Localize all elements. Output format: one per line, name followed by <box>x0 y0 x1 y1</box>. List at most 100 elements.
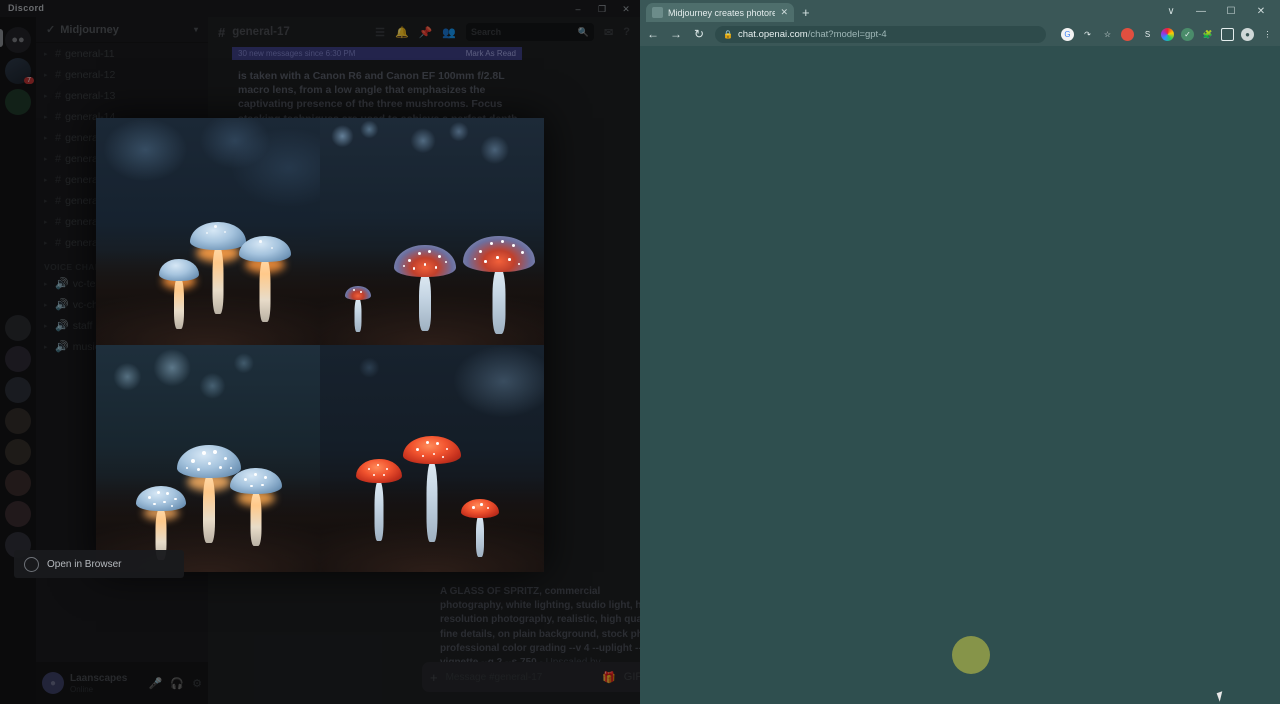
browser-tab-active[interactable]: Midjourney creates photorealistic ✕ <box>646 3 794 22</box>
chevron-right-icon: ▸ <box>44 92 48 100</box>
server-icon-2[interactable] <box>5 89 31 115</box>
colorpicker-icon[interactable] <box>1161 27 1174 41</box>
puzzle-extension-icon[interactable]: 🧩 <box>1201 28 1214 41</box>
inbox-icon[interactable]: ✉ <box>604 26 613 39</box>
gif-icon[interactable]: GIF <box>624 671 640 684</box>
hash-icon: # <box>55 173 62 186</box>
gift-icon[interactable]: 🎁 <box>602 671 616 684</box>
discord-close-button[interactable]: ✕ <box>614 2 638 16</box>
server-icon-7[interactable] <box>5 439 31 465</box>
reload-button[interactable]: ↻ <box>692 27 706 41</box>
profile-avatar-icon[interactable]: ● <box>1241 27 1254 41</box>
gear-icon[interactable]: ⚙ <box>192 677 202 690</box>
server-icon-6[interactable] <box>5 408 31 434</box>
notification-bell-icon[interactable]: 🔔 <box>395 26 409 39</box>
guild-verified-icon: ✓ <box>46 24 56 36</box>
hash-icon: # <box>55 68 62 81</box>
threads-icon[interactable]: ☰ <box>375 26 385 39</box>
close-window-button[interactable]: ✕ <box>1246 0 1276 22</box>
chevron-right-icon: ▸ <box>44 280 48 288</box>
channel-name: general-11 <box>65 47 115 60</box>
pin-icon[interactable]: 📌 <box>419 26 433 39</box>
server-icon-9[interactable] <box>5 501 31 527</box>
image-quadrant-top-left[interactable] <box>96 118 320 345</box>
hash-icon: # <box>55 110 62 123</box>
hash-icon: # <box>55 194 62 207</box>
image-quadrant-bottom-left[interactable] <box>96 345 320 572</box>
forward-button[interactable]: → <box>669 27 683 41</box>
midjourney-image-grid-overlay[interactable]: Open in Browser <box>14 118 544 578</box>
address-bar[interactable]: 🔒 chat.openai.com/chat?model=gpt-4 <box>715 25 1046 43</box>
search-input[interactable]: Search 🔍 <box>466 23 595 41</box>
sidepanel-icon[interactable] <box>1221 27 1234 41</box>
server-active-pill <box>0 29 3 47</box>
discord-channel-item[interactable]: ▸ # general-11 <box>36 43 208 64</box>
channel-name: general-13 <box>65 89 116 102</box>
server-badge: 7 <box>24 77 34 84</box>
avatar[interactable]: ● <box>42 672 64 694</box>
tab-search-chevron-icon[interactable]: ∨ <box>1156 0 1186 22</box>
chrome-menu-icon[interactable]: ⋮ <box>1261 28 1274 41</box>
chevron-down-icon[interactable]: ▾ <box>194 25 198 34</box>
chevron-right-icon: ▸ <box>44 71 48 79</box>
speaker-icon: 🔊 <box>55 341 69 353</box>
discord-maximize-button[interactable]: ❐ <box>590 2 614 16</box>
discord-channel-item[interactable]: ▸ # general-12 <box>36 64 208 85</box>
s-extension-icon[interactable]: S <box>1141 28 1154 41</box>
back-button[interactable]: ← <box>646 27 660 41</box>
speaker-icon: 🔊 <box>55 299 69 311</box>
url-path: /chat?model=gpt-4 <box>807 28 887 40</box>
members-icon[interactable]: 👥 <box>442 26 456 39</box>
chevron-right-icon: ▸ <box>44 343 48 351</box>
mark-as-read-button[interactable]: Mark As Read <box>466 49 516 58</box>
chrome-tab-strip: Midjourney creates photorealistic ✕ + ∨ … <box>640 0 1280 22</box>
discord-home-button[interactable]: ●● <box>5 27 31 53</box>
hash-icon: # <box>218 24 226 40</box>
chevron-right-icon: ▸ <box>44 113 48 121</box>
open-in-browser-button[interactable]: Open in Browser <box>14 550 184 578</box>
share-icon[interactable]: ↷ <box>1081 28 1094 41</box>
server-icon-5[interactable] <box>5 377 31 403</box>
discord-channel-item[interactable]: ▸ # general-13 <box>36 85 208 106</box>
open-in-browser-label: Open in Browser <box>47 558 122 570</box>
google-icon[interactable]: G <box>1061 27 1074 41</box>
discord-titlebar: Discord – ❐ ✕ <box>0 0 640 17</box>
discord-new-messages-banner: 30 new messages since 6:30 PM Mark As Re… <box>232 47 522 60</box>
speaker-icon: 🔊 <box>55 278 69 290</box>
adblock-icon[interactable] <box>1121 27 1134 41</box>
hash-icon: # <box>55 47 62 60</box>
minimize-button[interactable]: — <box>1186 0 1216 22</box>
discord-minimize-button[interactable]: – <box>566 2 590 16</box>
channel-name: general-12 <box>65 68 116 81</box>
image-quadrant-bottom-right[interactable] <box>320 345 544 572</box>
discord-message-composer[interactable]: + Message #general-17 🎁 GIF ■ ☺ <box>422 662 640 692</box>
add-attachment-icon[interactable]: + <box>430 670 438 685</box>
close-icon[interactable]: ✕ <box>780 7 788 18</box>
channel-name: staff <box>72 319 93 332</box>
tab-title: Midjourney creates photorealistic <box>668 7 776 18</box>
chevron-right-icon: ▸ <box>44 301 48 309</box>
chevron-right-icon: ▸ <box>44 176 48 184</box>
bookmark-star-icon[interactable]: ☆ <box>1101 28 1114 41</box>
shield-icon[interactable]: ✓ <box>1181 27 1194 41</box>
server-icon-8[interactable] <box>5 470 31 496</box>
discord-window-controls: – ❐ ✕ <box>566 2 638 16</box>
discord-username: Laanscapes <box>70 672 128 684</box>
image-quadrant-top-right[interactable] <box>320 118 544 345</box>
maximize-button[interactable]: ☐ <box>1216 0 1246 22</box>
screen-root: Discord – ❐ ✕ ●● 7 ✓ Midjourney ▾ ▸ # ge… <box>0 0 1280 704</box>
microphone-icon[interactable]: 🎤 <box>149 677 163 690</box>
chevron-right-icon: ▸ <box>44 218 48 226</box>
server-icon-4[interactable] <box>5 346 31 372</box>
server-icon-3[interactable] <box>5 315 31 341</box>
new-tab-button[interactable]: + <box>802 5 810 20</box>
discord-prompt-text: A GLASS OF SPRITZ, commercial photograph… <box>440 586 640 668</box>
discord-user-status: Online <box>70 684 94 694</box>
help-icon[interactable]: ? <box>623 26 630 38</box>
chrome-browser-window: Midjourney creates photorealistic ✕ + ∨ … <box>640 0 1280 704</box>
tab-favicon-icon <box>652 7 663 18</box>
chevron-right-icon: ▸ <box>44 197 48 205</box>
discord-guild-header[interactable]: ✓ Midjourney ▾ <box>36 17 208 43</box>
lock-icon: 🔒 <box>723 29 733 39</box>
headphones-icon[interactable]: 🎧 <box>170 677 184 690</box>
